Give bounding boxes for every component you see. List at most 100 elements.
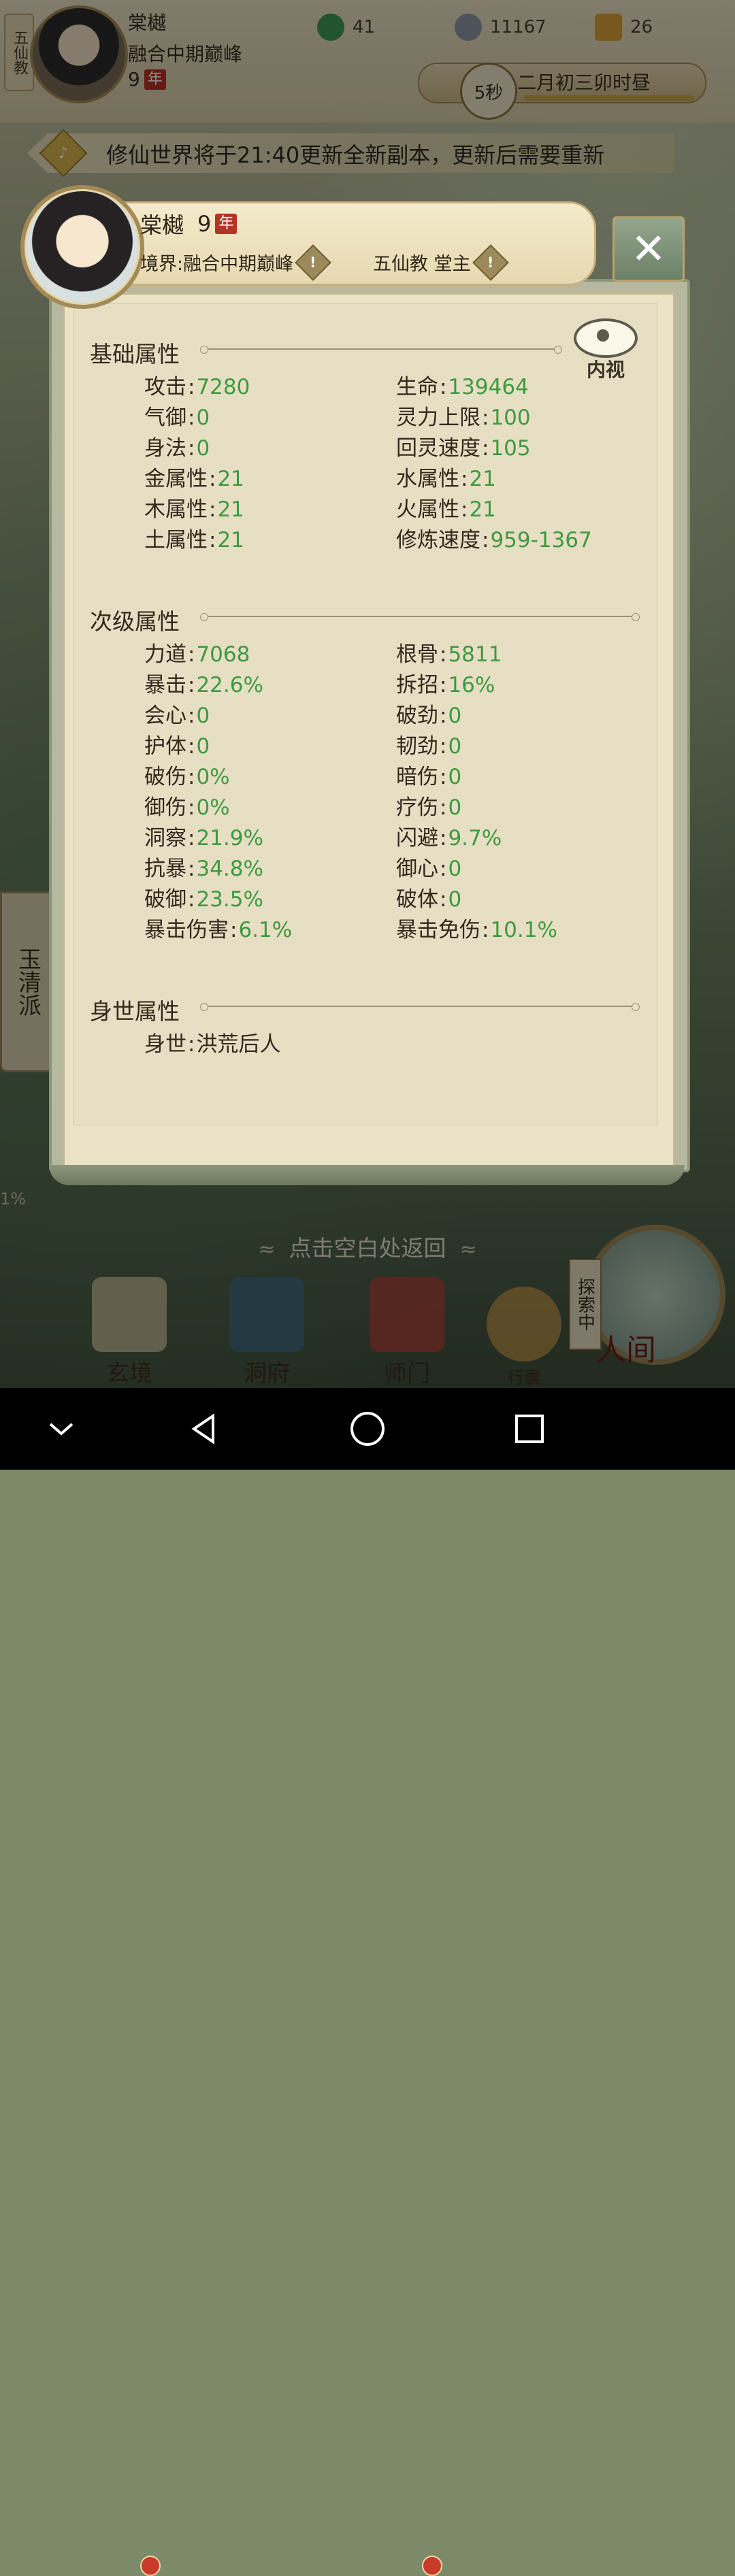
inner-view-label: 内视 xyxy=(586,359,625,381)
stat-label: 韧劲 xyxy=(396,734,438,759)
stat-value: 0 xyxy=(448,887,462,912)
stat-value: 0 xyxy=(448,857,462,881)
stat-label: 拆招 xyxy=(396,673,438,697)
stat-secondary-right-6: 闪避:9.7% xyxy=(396,821,502,851)
section-title-basic: 基础属性 xyxy=(90,341,180,367)
stat-value: 0 xyxy=(448,704,462,728)
stat-value: 139464 xyxy=(448,375,529,399)
stat-colon: : xyxy=(440,734,447,759)
stat-label: 水属性 xyxy=(396,467,459,491)
stat-colon: : xyxy=(188,436,195,461)
stat-label: 修炼速度 xyxy=(396,528,480,552)
stat-label: 火属性 xyxy=(396,497,459,522)
stat-colon: : xyxy=(482,528,489,552)
profile-sect: 五仙教 堂主 ! xyxy=(373,244,509,281)
stat-basic-right-4: 火属性:21 xyxy=(396,492,496,523)
profile-sect-text: 五仙教 堂主 xyxy=(373,254,471,275)
stat-colon: : xyxy=(188,375,195,399)
stat-value: 21.9% xyxy=(196,826,263,851)
section-title-background: 身世属性 xyxy=(90,998,180,1025)
stat-colon: : xyxy=(188,673,195,697)
stat-label: 身世 xyxy=(144,1032,186,1057)
stat-value: 21 xyxy=(217,528,244,552)
profile-avatar[interactable] xyxy=(20,185,144,309)
stat-value: 7068 xyxy=(196,642,250,667)
stat-secondary-left-1: 暴击:22.6% xyxy=(144,667,263,698)
profile-age: 9 xyxy=(197,211,212,237)
profile-name-row: 棠樾 9 年 xyxy=(140,208,238,240)
stat-colon: : xyxy=(188,795,195,820)
stat-colon: : xyxy=(461,497,468,522)
panel-footer xyxy=(49,1165,685,1185)
stat-label: 力道 xyxy=(144,642,186,667)
stat-value: 0 xyxy=(196,406,210,430)
stat-colon: : xyxy=(461,467,468,491)
stat-value: 0 xyxy=(448,734,462,759)
stat-label: 灵力上限 xyxy=(396,406,480,430)
stat-label: 破御 xyxy=(144,887,186,912)
close-button[interactable]: ✕ xyxy=(612,216,685,282)
stat-label: 土属性 xyxy=(144,528,208,552)
stat-secondary-right-3: 韧劲:0 xyxy=(396,729,461,759)
recents-square-icon xyxy=(515,1415,544,1443)
stat-label: 洞察 xyxy=(144,826,186,851)
inner-view-button[interactable]: 内视 xyxy=(572,318,640,386)
nav-xuanjing-badge xyxy=(140,2556,161,2576)
stat-secondary-right-0: 根骨:5811 xyxy=(396,637,502,667)
stat-colon: : xyxy=(188,1032,195,1057)
stat-secondary-right-9: 暴击免伤:10.1% xyxy=(396,912,557,943)
stat-label: 护体 xyxy=(144,734,186,759)
stat-colon: : xyxy=(209,467,216,491)
stat-secondary-left-9: 暴击伤害:6.1% xyxy=(144,912,292,943)
stat-basic-right-5: 修炼速度:959-1367 xyxy=(396,523,592,553)
stat-colon: : xyxy=(440,795,447,820)
stat-secondary-left-2: 会心:0 xyxy=(144,698,210,729)
stat-label: 暴击 xyxy=(144,673,186,697)
stat-value: 959-1367 xyxy=(490,528,592,552)
stat-label: 暴击伤害 xyxy=(144,918,229,942)
chevron-down-icon xyxy=(49,1423,74,1436)
stat-label: 回灵速度 xyxy=(396,436,480,461)
stat-label: 暗伤 xyxy=(396,765,438,789)
back-button[interactable] xyxy=(184,1408,225,1449)
stat-colon: : xyxy=(440,375,447,399)
home-circle-icon xyxy=(350,1412,385,1446)
close-icon: ✕ xyxy=(631,224,666,274)
section-divider-background xyxy=(200,1003,640,1011)
stat-label: 闪避 xyxy=(396,826,438,851)
realm-info-icon[interactable]: ! xyxy=(295,244,331,281)
sect-info-icon[interactable]: ! xyxy=(472,244,509,281)
stat-colon: : xyxy=(482,406,489,430)
stat-colon: : xyxy=(188,734,195,759)
section-divider-secondary xyxy=(200,613,640,621)
stat-value: 0 xyxy=(448,795,462,820)
stat-basic-right-2: 回灵速度:105 xyxy=(396,431,531,461)
profile-realm: 境界:融合中期巅峰 ! xyxy=(140,244,331,281)
stat-value: 7280 xyxy=(196,375,250,399)
stat-basic-left-2: 身法:0 xyxy=(144,431,210,461)
stat-label: 根骨 xyxy=(396,642,438,667)
stat-label: 御伤 xyxy=(144,795,186,820)
stat-basic-left-0: 攻击:7280 xyxy=(144,369,250,400)
stat-label: 会心 xyxy=(144,704,186,728)
stat-secondary-left-3: 护体:0 xyxy=(144,729,210,759)
stat-label: 破劲 xyxy=(396,704,438,728)
stat-colon: : xyxy=(188,704,195,728)
hide-keyboard-button[interactable] xyxy=(41,1408,82,1449)
stat-label: 破体 xyxy=(396,887,438,912)
profile-realm-text: 境界:融合中期巅峰 xyxy=(140,254,294,275)
stat-value: 0% xyxy=(196,795,230,820)
stat-value: 0 xyxy=(196,734,210,759)
stat-value: 0 xyxy=(448,765,462,789)
stat-value: 23.5% xyxy=(196,887,263,912)
stat-basic-left-4: 木属性:21 xyxy=(144,492,244,523)
stat-secondary-left-6: 洞察:21.9% xyxy=(144,821,263,851)
stat-label: 攻击 xyxy=(144,375,186,399)
section-title-secondary: 次级属性 xyxy=(90,608,180,635)
recents-button[interactable] xyxy=(509,1408,550,1449)
stat-basic-left-3: 金属性:21 xyxy=(144,461,244,492)
system-nav-bar xyxy=(0,1388,735,1470)
stat-colon: : xyxy=(188,826,195,851)
stat-colon: : xyxy=(440,826,447,851)
home-button[interactable] xyxy=(347,1408,388,1449)
